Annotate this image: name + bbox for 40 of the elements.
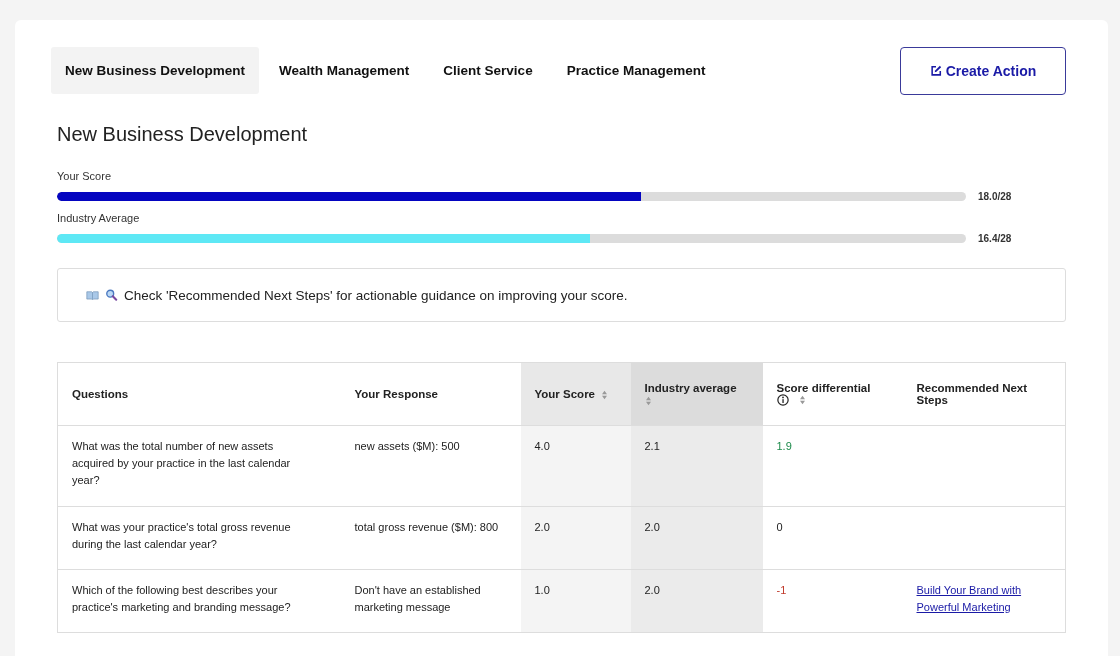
industry-cell: 2.1 [630, 425, 763, 507]
sort-icon[interactable] [644, 395, 652, 406]
meter-label: Industry Average [57, 212, 141, 224]
score-cell: 1.0 [520, 569, 631, 633]
sort-icon[interactable] [798, 395, 806, 406]
column-header: Questions [57, 362, 341, 426]
next-step-link[interactable]: Build Your Brand with Powerful Marketing [916, 582, 1051, 616]
column-header: Recommended Next Steps [902, 362, 1066, 426]
differential-cell: 0 [762, 506, 903, 570]
score-cell: 2.0 [520, 506, 631, 570]
differential-cell: 1.9 [762, 425, 903, 507]
meter-reading: 16.4/28 [978, 233, 1012, 244]
create-action-button[interactable]: Create Action [900, 47, 1066, 95]
sort-icon[interactable] [601, 389, 608, 400]
column-header: Industry average [630, 362, 763, 426]
column-header: Your Score [520, 362, 631, 426]
response-cell: new assets ($M): 500 [340, 425, 521, 507]
tab[interactable]: New Business Development [51, 47, 260, 94]
response-cell: total gross revenue ($M): 800 [340, 506, 521, 570]
search-icon [105, 289, 118, 301]
column-header: Score differential [762, 362, 903, 426]
response-cell: Don't have an established marketing message [340, 569, 521, 633]
book-icon [86, 289, 99, 301]
tab[interactable]: Practice Management [552, 47, 720, 94]
section-heading: New Business Development [57, 123, 309, 146]
question-cell: Which of the following best describes your practice's marketing and branding message? [57, 569, 341, 633]
industry-cell: 2.0 [630, 506, 763, 570]
tab[interactable]: Client Service [429, 47, 547, 94]
differential-cell: -1 [762, 569, 903, 633]
info-icon[interactable] [776, 394, 789, 407]
tab[interactable]: Wealth Management [265, 47, 424, 94]
column-header: Your Response [340, 362, 521, 426]
meter-reading: 18.0/28 [978, 191, 1012, 202]
score-cell: 4.0 [520, 425, 631, 507]
edit-icon [929, 65, 942, 77]
industry-cell: 2.0 [630, 569, 763, 633]
question-cell: What was your practice's total gross revenue during the last calendar year? [57, 506, 341, 570]
question-cell: What was the total number of new assets acquired by your practice in the last calendar year? [57, 425, 341, 507]
tip-text: Check 'Recommended Next Steps' for actionable guidance on improving your score. [124, 287, 628, 303]
meter-label: Your Score [57, 170, 113, 182]
